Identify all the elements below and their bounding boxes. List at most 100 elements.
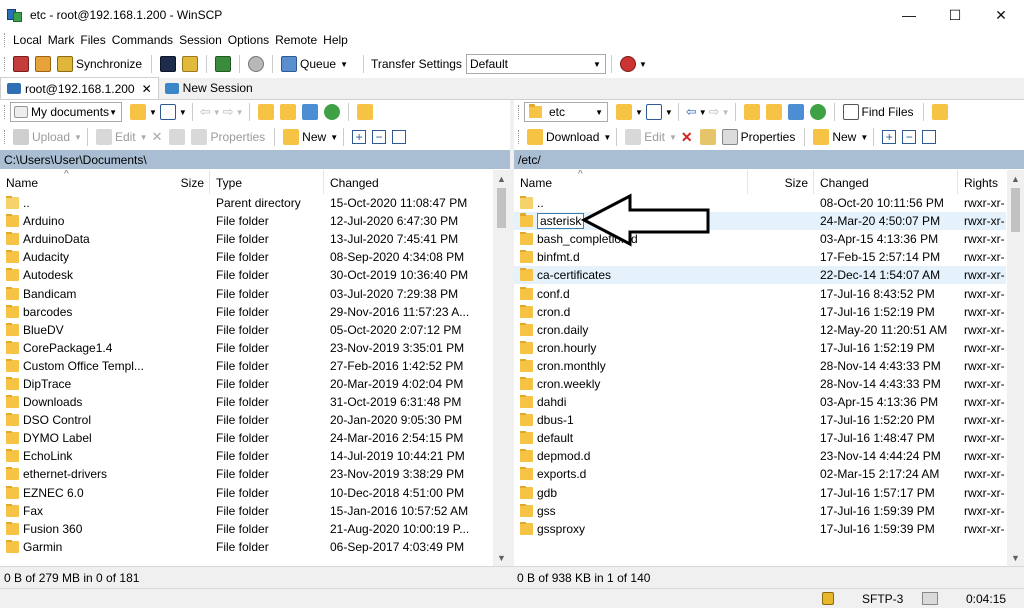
new-dropdown-icon[interactable]: ▼ [860,133,868,142]
download-icon[interactable] [527,129,543,145]
new-dropdown-icon[interactable]: ▼ [330,133,338,142]
col-size[interactable]: Size [144,170,210,194]
tab-new-session[interactable]: New Session [159,77,259,99]
toolbar-grip[interactable] [4,105,7,119]
back-icon[interactable]: ⇦ [200,104,211,120]
table-row[interactable]: exports.d 02-Mar-15 2:17:24 AM rwxr-xr- [514,465,1006,483]
table-row[interactable]: ArduinoData File folder 13-Jul-2020 7:45:4… [0,230,489,248]
edit-button[interactable]: Edit [644,130,665,144]
table-row[interactable]: gdb 17-Jul-16 1:57:17 PM rwxr-xr- [514,484,1006,502]
forward-icon[interactable]: ⇨ [709,104,720,120]
edit-button[interactable]: Edit [115,130,136,144]
download-button[interactable]: Download [546,130,599,144]
table-row[interactable]: binfmt.d 17-Feb-15 2:57:14 PM rwxr-xr- [514,248,1006,266]
table-row[interactable]: depmod.d 23-Nov-14 4:44:24 PM rwxr-xr- [514,447,1006,465]
delete-icon[interactable]: ✕ [152,129,163,145]
table-row[interactable]: cron.hourly 17-Jul-16 1:52:19 PM rwxr-xr- [514,339,1006,357]
open-folder-dropdown-icon[interactable]: ▼ [635,108,643,117]
close-tab-icon[interactable]: ✕ [142,82,152,96]
local-location-combo[interactable]: My documents ▼ [10,102,122,122]
table-row[interactable]: asterisk 24-Mar-20 4:50:07 PM rwxr-xr- [514,212,1006,231]
edit-dropdown-icon[interactable]: ▼ [140,133,148,142]
root-directory-icon[interactable] [765,104,782,120]
menu-mark[interactable]: Mark [45,30,78,50]
home-icon[interactable] [301,104,318,120]
col-name[interactable]: Name ^ [514,170,748,194]
toolbar-grip[interactable] [518,105,521,119]
table-row[interactable]: .. 08-Oct-20 10:11:56 PM rwxr-xr- [514,194,1006,212]
table-row[interactable]: Arduino File folder 12-Jul-2020 6:47:30 PM [0,212,489,230]
table-row[interactable]: Audacity File folder 08-Sep-2020 4:34:08 P… [0,248,489,266]
table-row[interactable]: Downloads File folder 31-Oct-2019 6:31:48 … [0,393,489,411]
synchronize-icon[interactable] [57,56,73,72]
menu-session[interactable]: Session [176,30,225,50]
unselect-all-icon[interactable]: − [372,130,387,144]
refresh-icon[interactable] [809,104,826,120]
scroll-down-icon[interactable]: ▼ [1007,549,1024,566]
scroll-up-icon[interactable]: ▲ [493,170,510,187]
col-changed[interactable]: Changed [324,170,489,194]
parent-directory-icon[interactable] [257,104,274,120]
putty-icon[interactable] [182,56,199,72]
tree-icon[interactable] [931,104,948,120]
filter-dropdown-icon[interactable]: ▼ [179,108,187,117]
table-row[interactable]: Fax File folder 15-Jan-2016 10:57:52 AM [0,502,489,520]
menu-remote[interactable]: Remote [272,30,320,50]
col-size[interactable]: Size [748,170,814,194]
root-directory-icon[interactable] [279,104,296,120]
unselect-all-icon[interactable]: − [902,130,917,144]
select-all-icon[interactable]: + [882,130,897,144]
table-row[interactable]: gssproxy 17-Jul-16 1:59:39 PM rwxr-xr- [514,520,1006,538]
menu-files[interactable]: Files [77,30,108,50]
table-row[interactable]: DipTrace File folder 20-Mar-2019 4:02:04 P… [0,375,489,393]
properties-button[interactable]: Properties [741,130,796,144]
compare-directories-icon[interactable] [35,56,51,72]
remote-location-combo[interactable]: etc ▼ [524,102,608,122]
sessions-icon[interactable] [619,56,636,72]
queue-icon[interactable] [281,56,298,72]
local-scrollbar[interactable]: ▲ ▼ [493,170,510,566]
table-row[interactable]: DYMO Label File folder 24-Mar-2016 2:54:15… [0,429,489,447]
table-row[interactable]: cron.weekly 28-Nov-14 4:43:33 PM rwxr-xr- [514,375,1006,393]
menu-commands[interactable]: Commands [109,30,176,50]
rename-icon[interactable] [169,129,186,145]
menu-help[interactable]: Help [320,30,351,50]
lock-icon[interactable] [822,592,834,605]
table-row[interactable]: DSO Control File folder 20-Jan-2020 9:05:3… [0,411,489,429]
home-icon[interactable] [787,104,804,120]
properties-button[interactable]: Properties [210,130,265,144]
upload-button[interactable]: Upload [32,130,70,144]
tab-session-root[interactable]: root@192.168.1.200 ✕ [0,77,159,99]
menu-options[interactable]: Options [225,30,272,50]
table-row[interactable]: ca-certificates 22-Dec-14 1:54:07 AM rwxr-… [514,266,1006,285]
table-row[interactable]: Bandicam File folder 03-Jul-2020 7:29:38 P… [0,284,489,302]
col-type[interactable]: Type [210,170,324,194]
table-row[interactable]: conf.d 17-Jul-16 8:43:52 PM rwxr-xr- [514,284,1006,302]
properties-icon[interactable] [191,129,208,145]
menu-local[interactable]: Local [10,30,45,50]
toolbar-grip[interactable] [518,130,521,144]
filter-icon[interactable] [392,130,407,144]
table-row[interactable]: barcodes File folder 29-Nov-2016 11:57:23 … [0,303,489,321]
select-all-icon[interactable]: + [352,130,367,144]
filter-icon[interactable] [922,130,937,144]
table-row[interactable]: dbus-1 17-Jul-16 1:52:20 PM rwxr-xr- [514,411,1006,429]
filter-icon[interactable] [645,104,662,120]
edit-icon[interactable] [625,129,642,145]
table-row[interactable]: Garmin File folder 06-Sep-2017 4:03:49 PM [0,538,489,556]
maximize-button[interactable]: ☐ [932,0,978,30]
table-row[interactable]: gss 17-Jul-16 1:59:39 PM rwxr-xr- [514,502,1006,520]
refresh-icon[interactable] [215,56,232,72]
table-row[interactable]: bash_completion.d 03-Apr-15 4:13:36 PM rwx… [514,230,1006,248]
find-files-icon[interactable] [842,104,859,120]
queue-dropdown-icon[interactable]: ▼ [340,60,348,69]
download-dropdown-icon[interactable]: ▼ [603,133,611,142]
local-file-list[interactable]: Name ^ Size Type Changed .. Parent directo… [0,170,510,566]
table-row[interactable]: CorePackage1.4 File folder 23-Nov-2019 3:3… [0,339,489,357]
new-folder-icon[interactable] [283,129,300,145]
col-rights[interactable]: Rights [958,170,1006,194]
toolbar-grip[interactable] [4,57,7,71]
new-button[interactable]: New [302,130,326,144]
new-button[interactable]: New [832,130,856,144]
open-terminal-icon[interactable] [160,56,177,72]
